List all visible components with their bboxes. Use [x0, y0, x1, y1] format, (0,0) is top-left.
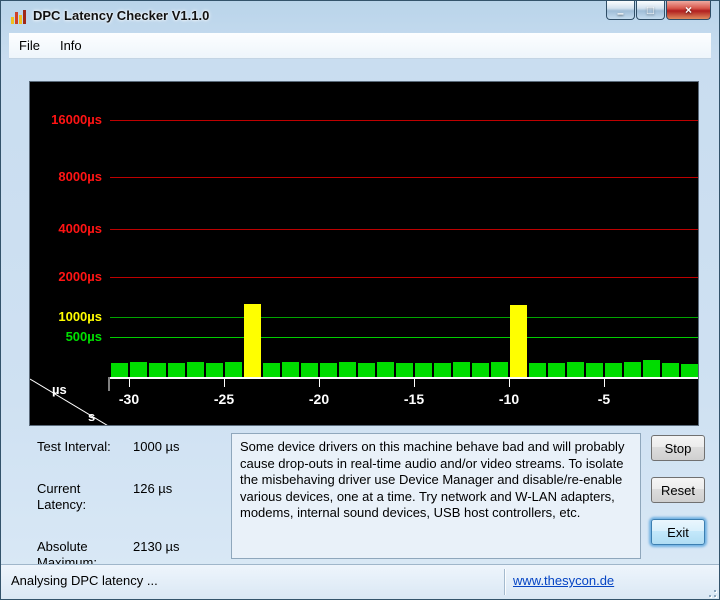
app-window: DPC Latency Checker V1.1.0 – □ × File Info …: [0, 0, 720, 600]
latency-bar: [662, 363, 679, 377]
gridline-1000: [110, 317, 698, 318]
exit-button[interactable]: Exit: [651, 519, 705, 545]
latency-bar: [567, 362, 584, 377]
latency-bar: [111, 363, 128, 377]
latency-bar: [472, 363, 489, 377]
latency-bar: [244, 304, 261, 377]
thesycon-link[interactable]: www.thesycon.de: [513, 573, 614, 588]
latency-bar: [453, 362, 470, 377]
stat-value: 1000 µs: [133, 439, 180, 454]
minimize-icon: –: [617, 6, 624, 20]
latency-bar: [149, 363, 166, 377]
latency-bar: [681, 364, 698, 377]
x-tick: [414, 379, 415, 387]
status-separator: [504, 569, 505, 595]
latency-bar: [377, 362, 394, 377]
gridline-2000: [110, 277, 698, 278]
x-tick: [129, 379, 130, 387]
window-title: DPC Latency Checker V1.1.0: [33, 8, 210, 23]
close-button[interactable]: ×: [666, 1, 711, 20]
x-tick-label: -5: [597, 391, 611, 407]
latency-bar: [130, 362, 147, 377]
menu-info[interactable]: Info: [50, 33, 92, 58]
y-axis-label: 500µs: [65, 329, 102, 344]
latency-bar: [263, 363, 280, 377]
axis-corner: µs s: [30, 377, 110, 425]
bar-chart-icon: [11, 8, 27, 24]
stat-value: 126 µs: [133, 481, 173, 496]
reset-button[interactable]: Reset: [651, 477, 705, 503]
y-axis-label: 1000µs: [58, 309, 102, 324]
x-tick-label: -25: [213, 391, 235, 407]
gridline-8000: [110, 177, 698, 178]
action-buttons: Stop Reset Exit: [651, 435, 707, 561]
latency-bar: [168, 363, 185, 377]
latency-bar: [548, 363, 565, 377]
stat-row: Test Interval: 1000 µs: [37, 439, 227, 455]
gridline-4000: [110, 229, 698, 230]
latency-bar: [605, 363, 622, 377]
latency-bar: [529, 363, 546, 377]
y-unit-label: µs: [52, 382, 67, 397]
x-tick-label: -30: [118, 391, 140, 407]
chart: µs s 16000µs 8000µs 4000µs 2000µs 1000µs 500µ…: [29, 81, 699, 426]
latency-bar: [282, 362, 299, 377]
menu-bar: File Info: [9, 33, 711, 59]
latency-bar: [415, 363, 432, 377]
stat-row: Current Latency: 126 µs: [37, 481, 227, 513]
latency-bar: [510, 305, 527, 377]
latency-bar: [358, 363, 375, 377]
latency-bar: [225, 362, 242, 377]
latency-bar: [434, 363, 451, 377]
window-controls: – □ ×: [606, 1, 711, 20]
latency-bar: [301, 363, 318, 377]
status-text: Analysing DPC latency ...: [11, 573, 158, 588]
minimize-button[interactable]: –: [606, 1, 635, 20]
latency-bar: [624, 362, 641, 377]
y-axis-label: 4000µs: [58, 221, 102, 236]
latency-bar: [491, 362, 508, 377]
x-tick: [604, 379, 605, 387]
maximize-button[interactable]: □: [636, 1, 665, 20]
maximize-icon: □: [646, 3, 655, 17]
status-bar: Analysing DPC latency ... www.thesycon.d…: [1, 564, 719, 599]
title-bar[interactable]: DPC Latency Checker V1.1.0 – □ ×: [1, 1, 719, 31]
x-tick-label: -20: [308, 391, 330, 407]
menu-file[interactable]: File: [9, 33, 50, 58]
x-unit-label: s: [88, 409, 95, 424]
x-axis-line: [110, 377, 698, 379]
latency-bar: [187, 362, 204, 377]
driver-warning-text: Some device drivers on this machine beha…: [231, 433, 641, 559]
x-tick-label: -15: [403, 391, 425, 407]
latency-bar: [320, 363, 337, 377]
latency-bar: [206, 363, 223, 377]
x-tick: [319, 379, 320, 387]
y-axis-label: 8000µs: [58, 169, 102, 184]
gridline-500: [110, 337, 698, 338]
stat-label: Test Interval:: [37, 439, 111, 454]
x-tick-label: -10: [498, 391, 520, 407]
y-axis-label: 2000µs: [58, 269, 102, 284]
latency-bar: [643, 360, 660, 377]
latency-bar: [396, 363, 413, 377]
x-tick: [224, 379, 225, 387]
latency-bar: [339, 362, 356, 377]
resize-grip[interactable]: [704, 585, 716, 597]
stop-button[interactable]: Stop: [651, 435, 705, 461]
x-tick: [509, 379, 510, 387]
latency-bar: [586, 363, 603, 377]
stat-label: Current Latency:: [37, 481, 87, 512]
y-axis-label: 16000µs: [51, 112, 102, 127]
gridline-16000: [110, 120, 698, 121]
close-icon: ×: [684, 3, 692, 17]
